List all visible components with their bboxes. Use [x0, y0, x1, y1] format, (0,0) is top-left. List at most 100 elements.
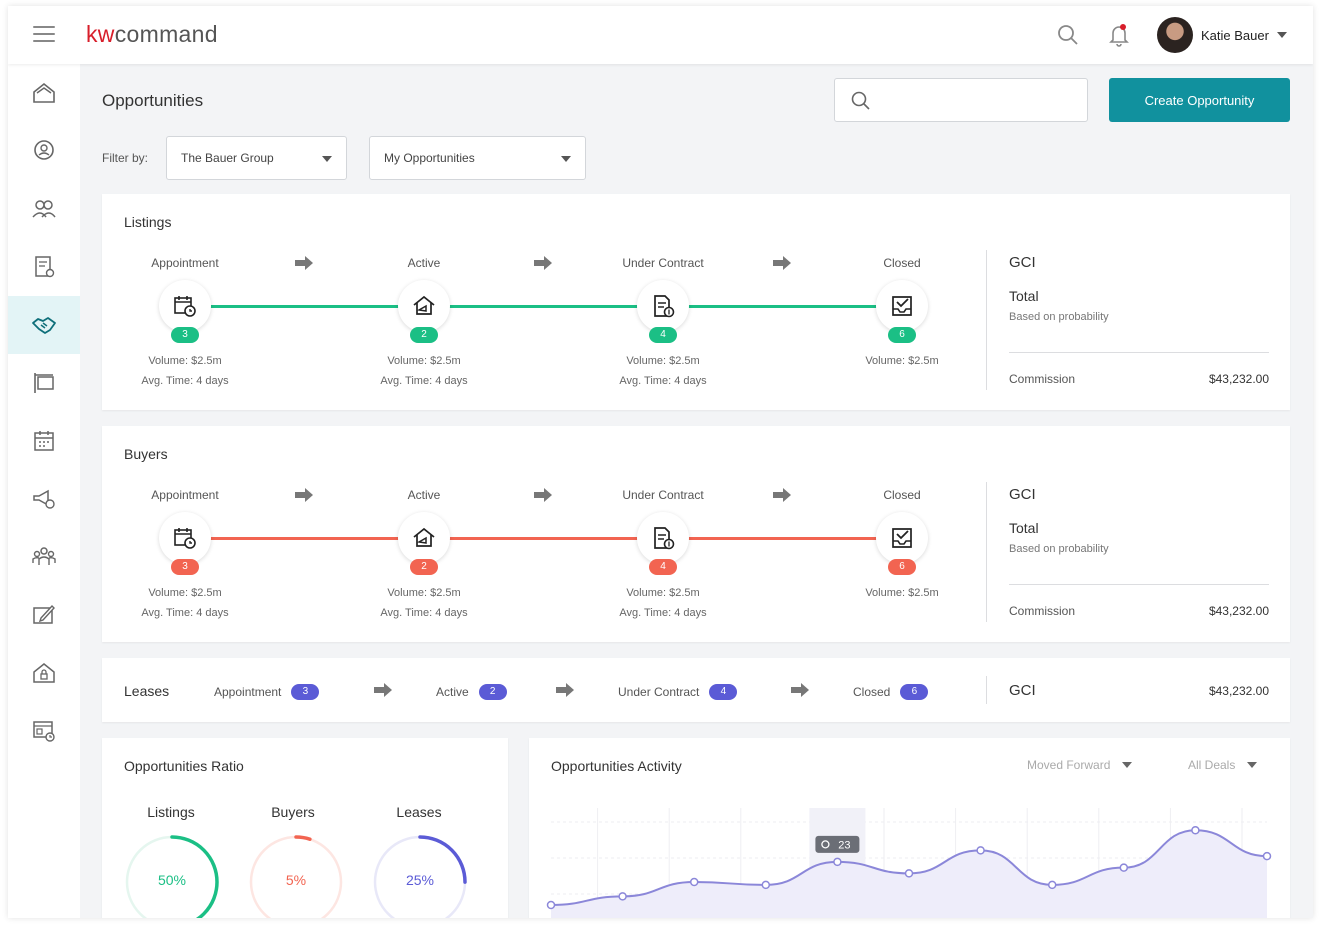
- data-point[interactable]: [1191, 826, 1200, 835]
- moved-forward-dropdown[interactable]: Moved Forward: [1027, 758, 1133, 772]
- lease-count-badge: 2: [478, 684, 507, 700]
- team-icon: [32, 547, 56, 565]
- contacts-icon: [32, 200, 56, 218]
- arrow-right-icon: [791, 683, 809, 697]
- chevron-down-icon: [1122, 762, 1133, 768]
- buyers-count-badge: 2: [410, 559, 438, 575]
- kw-command-logo[interactable]: kwcommand: [86, 21, 218, 48]
- chevron-down-icon: [1247, 762, 1258, 768]
- buyers-commission-value: $43,232.00: [1208, 604, 1269, 618]
- sidebar-item-location[interactable]: [8, 122, 80, 180]
- group-filter-select[interactable]: The Bauer Group: [166, 136, 347, 180]
- data-point[interactable]: [976, 846, 985, 855]
- lease-stage-appointment[interactable]: Appointment 3: [214, 684, 320, 700]
- arrow-right-icon: [295, 488, 313, 502]
- buyers-gci-title: GCI: [1009, 486, 1036, 503]
- menu-icon[interactable]: [33, 26, 55, 44]
- lease-stage-under-contract[interactable]: Under Contract 4: [618, 684, 738, 700]
- buyers-stage-active-label: Active: [407, 488, 441, 502]
- listings-volume: Volume: $2.5m: [387, 355, 461, 367]
- listings-avg-time: Avg. Time: 4 days: [141, 375, 229, 387]
- divider: [986, 676, 987, 704]
- data-point[interactable]: [546, 900, 556, 910]
- sidebar-item-edit-board[interactable]: [8, 586, 80, 644]
- sidebar-item-opportunities[interactable]: [8, 296, 80, 354]
- divider: [986, 482, 987, 622]
- search-input[interactable]: [834, 78, 1088, 122]
- all-deals-label: All Deals: [1188, 758, 1236, 772]
- scope-filter-select[interactable]: My Opportunities: [369, 136, 586, 180]
- buyers-stage-closed[interactable]: [876, 512, 928, 564]
- sidebar-item-calendar[interactable]: [8, 412, 80, 470]
- all-deals-dropdown[interactable]: All Deals: [1188, 758, 1258, 772]
- data-point[interactable]: [904, 869, 914, 878]
- divider: [1009, 352, 1269, 353]
- buyers-count-badge: 6: [888, 559, 916, 575]
- buyers-card: Buyers Appointment 3 Volume: $2.5m Avg. Tim…: [102, 426, 1290, 642]
- data-point[interactable]: [1262, 851, 1272, 861]
- ratio-card: Opportunities Ratio Listings Buyers Leas…: [102, 738, 508, 918]
- buyers-avg-time: Avg. Time: 4 days: [380, 607, 468, 619]
- buyers-count-badge: 4: [649, 559, 677, 575]
- edit-board-icon: [33, 604, 55, 624]
- buyers-volume: Volume: $2.5m: [387, 587, 461, 599]
- listings-stage-appointment-label: Appointment: [151, 256, 219, 270]
- buyers-volume: Volume: $2.5m: [865, 587, 939, 599]
- buyers-stage-under-contract[interactable]: [637, 512, 689, 564]
- sidebar-item-contacts[interactable]: [8, 180, 80, 238]
- user-menu[interactable]: Katie Bauer: [1157, 16, 1287, 54]
- buyers-avg-time: Avg. Time: 4 days: [141, 607, 229, 619]
- leases-ratio-value: 25%: [405, 872, 435, 888]
- scope-filter-value: My Opportunities: [384, 151, 475, 165]
- listings-commission-value: $43,232.00: [1208, 372, 1269, 386]
- create-opportunity-button[interactable]: Create Opportunity: [1109, 78, 1290, 122]
- calendar-clock-icon: [174, 296, 196, 317]
- data-point[interactable]: [833, 857, 842, 867]
- data-point[interactable]: [1119, 863, 1129, 872]
- ratio-label-leases: Leases: [396, 804, 442, 820]
- listings-gci-subtitle: Based on probability: [1009, 311, 1109, 323]
- arrow-right-icon: [295, 256, 313, 270]
- listings-stage-closed[interactable]: [876, 280, 928, 332]
- arrow-right-icon: [534, 256, 552, 270]
- buyers-stage-active[interactable]: [398, 512, 450, 564]
- lease-count-badge: 4: [709, 684, 738, 700]
- listings-stage-active[interactable]: [398, 280, 450, 332]
- avatar: [1157, 17, 1193, 53]
- sidebar-item-home[interactable]: [8, 64, 80, 122]
- listings-stage-appointment[interactable]: [159, 280, 211, 332]
- buyers-gci-total: Total: [1009, 520, 1039, 536]
- leases-card: Leases Appointment 3 Active 2 Under Contra…: [102, 658, 1290, 722]
- buyers-stage-appointment[interactable]: [159, 512, 211, 564]
- dashboard-clock-icon: [33, 721, 55, 742]
- listings-count-badge: 4: [649, 327, 677, 343]
- sidebar-item-documents[interactable]: [8, 238, 80, 296]
- house-key-icon: [413, 527, 435, 547]
- leases-gci-title: GCI: [1009, 682, 1036, 699]
- search-icon[interactable]: [1057, 24, 1079, 46]
- buyers-ratio-value: 5%: [285, 872, 307, 888]
- listings-pipeline-line: [185, 305, 902, 308]
- lease-stage-label: Closed: [853, 685, 891, 699]
- arrow-right-icon: [534, 488, 552, 502]
- listings-stage-under-contract[interactable]: [637, 280, 689, 332]
- handshake-icon: [32, 317, 56, 334]
- sidebar-item-reports[interactable]: [8, 702, 80, 760]
- megaphone-icon: [33, 489, 55, 509]
- lease-stage-closed[interactable]: Closed 6: [853, 684, 929, 700]
- contract-dollar-icon: [654, 295, 675, 318]
- data-point[interactable]: [689, 877, 699, 887]
- sidebar-item-properties[interactable]: [8, 644, 80, 702]
- listings-title: Listings: [124, 214, 172, 230]
- notification-dot: [1120, 24, 1126, 30]
- sidebar-item-frame[interactable]: [8, 354, 80, 412]
- sidebar-item-marketing[interactable]: [8, 470, 80, 528]
- notification-bell-icon[interactable]: [1108, 23, 1130, 47]
- lease-count-badge: 6: [900, 684, 929, 700]
- data-point[interactable]: [618, 892, 627, 901]
- sidebar: [8, 64, 80, 918]
- lease-stage-active[interactable]: Active 2: [436, 684, 507, 700]
- data-point[interactable]: [761, 880, 771, 890]
- data-point[interactable]: [1047, 880, 1057, 890]
- sidebar-item-team[interactable]: [8, 528, 80, 586]
